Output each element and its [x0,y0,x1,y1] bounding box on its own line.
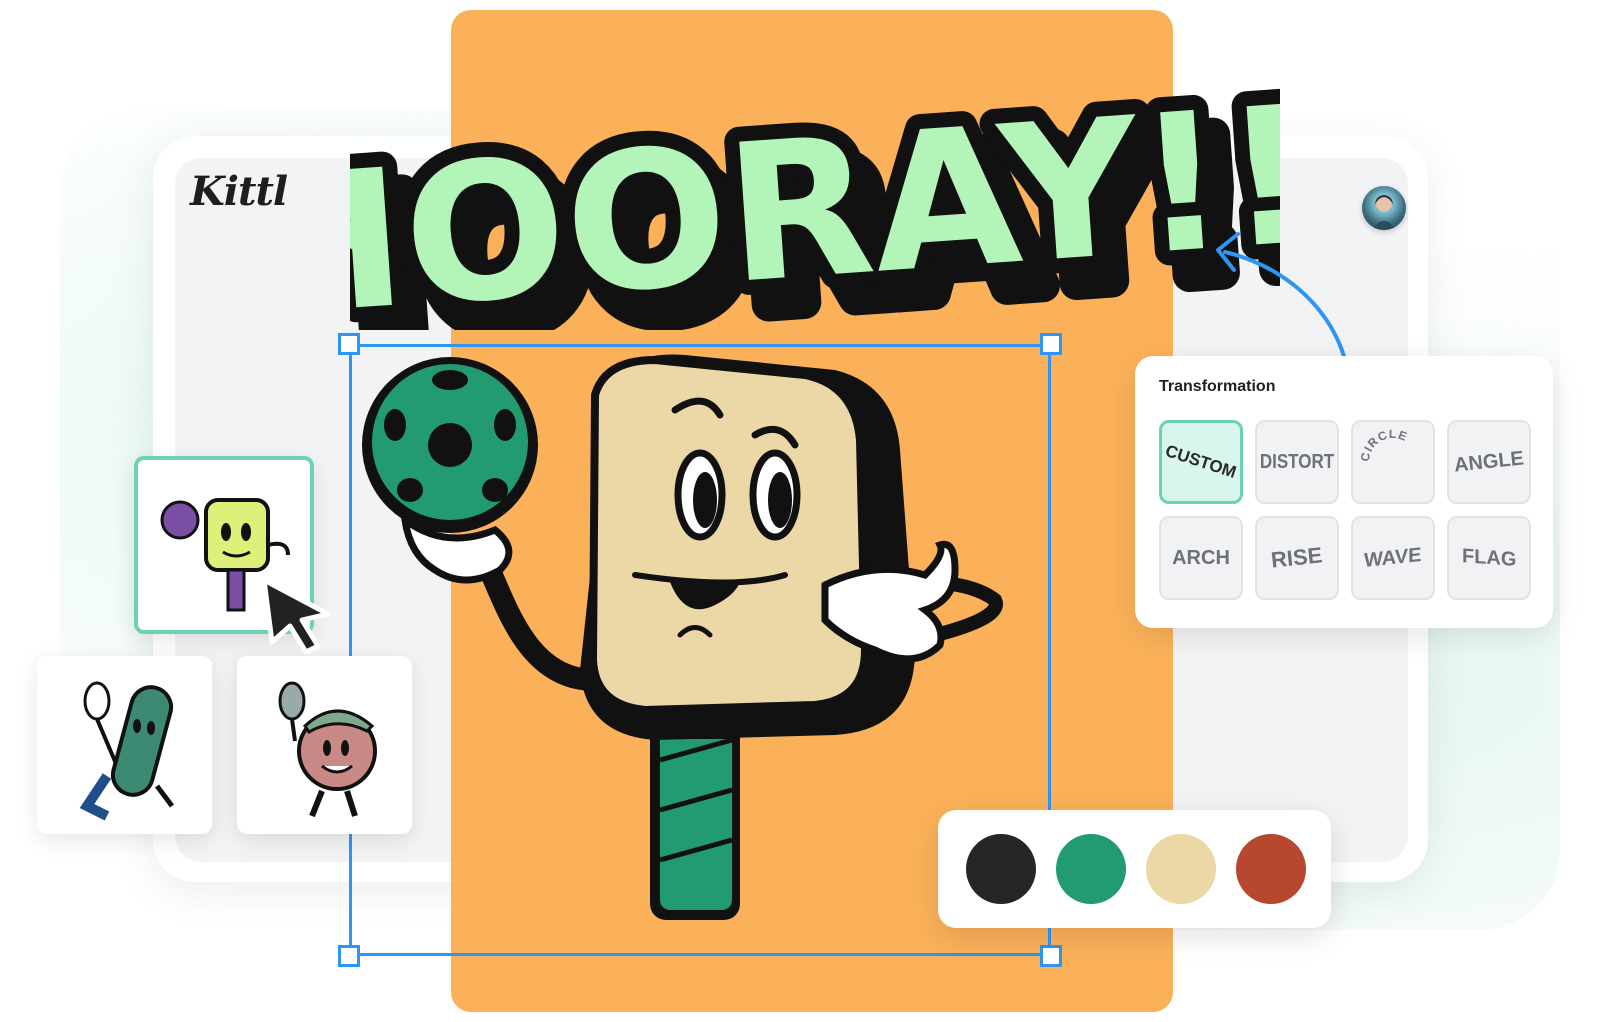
asset-thumbnail-pickle[interactable] [37,656,212,834]
ball-character-icon [278,681,377,818]
transform-option-label: CIRCLE [1358,427,1409,463]
pickle-character-icon [79,681,174,821]
svg-text:CIRCLE: CIRCLE [1358,427,1410,463]
transformation-options: CUSTOM DISTORT CIRCLE ANGLE ARCH RISE WA… [1159,420,1531,600]
transform-option-circle[interactable]: CIRCLE [1351,420,1435,504]
resize-handle-bottom-right[interactable] [1040,945,1062,967]
resize-handle-bottom-left[interactable] [338,945,360,967]
transform-option-arch[interactable]: ARCH [1159,516,1243,600]
resize-handle-top-right[interactable] [1040,333,1062,355]
color-swatch-black[interactable] [966,834,1036,904]
resize-handle-top-left[interactable] [338,333,360,355]
transformation-panel: Transformation CUSTOM DISTORT CIRCLE ANG… [1135,356,1553,628]
color-swatch-green[interactable] [1056,834,1126,904]
kittl-logo: Kittl [190,168,288,215]
hooray-text: HOORAY!!! [350,59,1280,330]
transform-option-distort[interactable]: DISTORT [1255,420,1339,504]
hooray-headline[interactable]: HOORAY!!! HOORAY!!! HOORAY!!! [350,30,1280,330]
transform-option-label: WAVE [1364,543,1422,572]
transform-option-label: FLAG [1461,544,1517,571]
transform-option-rise[interactable]: RISE [1255,516,1339,600]
transform-option-label: DISTORT [1259,450,1335,473]
transform-option-label: ANGLE [1452,446,1525,477]
transform-option-label: ARCH [1172,546,1230,569]
color-swatch-beige[interactable] [1146,834,1216,904]
color-swatch-red[interactable] [1236,834,1306,904]
transform-option-angle[interactable]: ANGLE [1447,420,1531,504]
asset-thumbnail-ball[interactable] [237,656,412,834]
transform-option-label: CUSTOM [1163,441,1239,482]
transform-option-label: RISE [1270,542,1324,573]
transform-option-wave[interactable]: WAVE [1351,516,1435,600]
user-avatar[interactable] [1362,186,1406,230]
transform-option-flag[interactable]: FLAG [1447,516,1531,600]
transformation-panel-title: Transformation [1159,378,1276,395]
transform-option-custom[interactable]: CUSTOM [1159,420,1243,504]
mouse-cursor-icon [261,577,331,654]
circle-text-preview: CIRCLE [1358,427,1410,463]
color-palette [938,810,1331,928]
